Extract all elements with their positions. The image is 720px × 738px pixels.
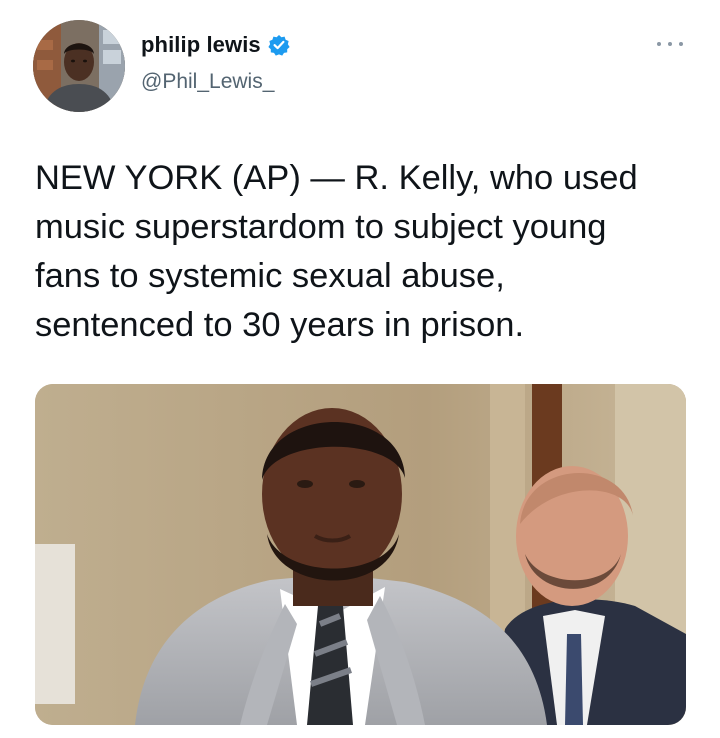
tweet-card: philip lewis @Phil_Lewis_ NEW YORK (AP) … (0, 0, 720, 738)
dot (679, 42, 683, 46)
author-handle[interactable]: @Phil_Lewis_ (141, 70, 274, 94)
verified-badge-icon (268, 34, 290, 56)
tweet-media-photo[interactable] (35, 384, 686, 725)
media-image (35, 384, 686, 725)
dot (668, 42, 672, 46)
more-options-icon[interactable] (657, 38, 683, 50)
author-display-name[interactable]: philip lewis (141, 32, 261, 58)
tweet-text: NEW YORK (AP) — R. Kelly, who used music… (35, 159, 638, 344)
avatar-photo (33, 20, 125, 112)
author-name-row[interactable]: philip lewis (141, 32, 290, 58)
dot (657, 42, 661, 46)
author-avatar[interactable] (33, 20, 125, 112)
